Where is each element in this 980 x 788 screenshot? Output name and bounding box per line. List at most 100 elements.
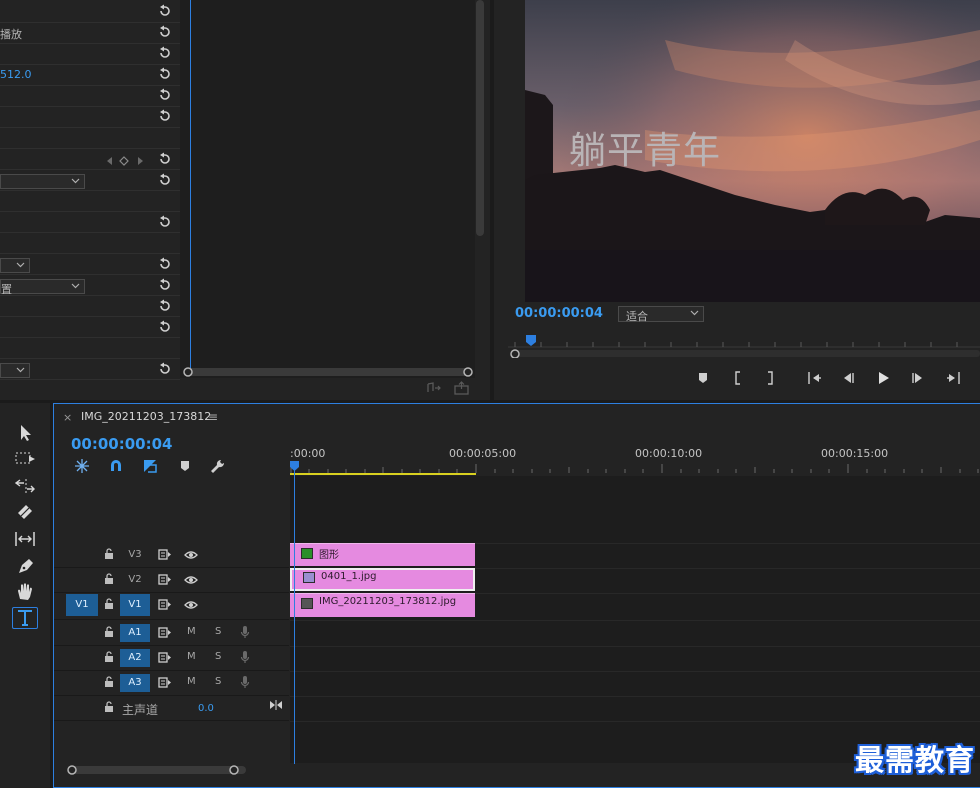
add-marker-icon[interactable] <box>175 457 195 475</box>
zoom-fit-dropdown[interactable]: 适合 <box>618 306 704 323</box>
reset-icon[interactable] <box>158 88 172 102</box>
timeline-horizontal-scrollbar[interactable] <box>60 763 260 777</box>
lock-icon[interactable] <box>104 626 114 638</box>
ripple-edit-tool-icon[interactable] <box>12 475 38 497</box>
timeline-tab-close[interactable]: × <box>63 411 72 424</box>
add-marker-button[interactable] <box>693 368 713 388</box>
reset-icon[interactable] <box>158 4 172 18</box>
microphone-icon[interactable] <box>240 650 250 664</box>
video-title-overlay[interactable]: 躺平青年 <box>569 120 721 174</box>
lock-icon[interactable] <box>104 676 114 688</box>
eye-icon[interactable] <box>184 600 198 610</box>
lock-icon[interactable] <box>104 548 114 560</box>
effect-controls-timeline[interactable] <box>180 0 475 378</box>
track-name[interactable]: A3 <box>120 674 150 692</box>
solo-button[interactable]: S <box>215 626 221 637</box>
timeline-timecode[interactable]: 00:00:00:04 <box>71 435 173 453</box>
mark-in-button[interactable] <box>728 368 748 388</box>
mute-button[interactable]: M <box>187 626 196 637</box>
sync-lock-icon[interactable] <box>158 549 172 560</box>
property-value[interactable]: 播放 <box>0 26 22 42</box>
property-dropdown[interactable]: 置 <box>0 279 85 296</box>
clip-graphic[interactable]: 图形 <box>290 543 475 566</box>
mute-button[interactable]: M <box>187 676 196 687</box>
reset-icon[interactable] <box>158 46 172 60</box>
sync-lock-icon[interactable] <box>158 677 172 688</box>
reset-icon[interactable] <box>158 257 172 271</box>
sync-lock-icon[interactable] <box>158 599 172 610</box>
property-dropdown[interactable] <box>0 363 30 378</box>
reset-icon[interactable] <box>158 278 172 292</box>
step-forward-button[interactable] <box>908 368 928 388</box>
track-name[interactable]: A1 <box>120 624 150 642</box>
hand-tool-icon[interactable] <box>12 581 38 603</box>
master-volume-value[interactable]: 0.0 <box>198 703 214 714</box>
program-timecode[interactable]: 00:00:00:04 <box>515 306 603 321</box>
track-name[interactable]: V2 <box>120 571 150 589</box>
timeline-tab-menu-icon[interactable]: ≡ <box>208 410 218 424</box>
reset-icon[interactable] <box>158 299 172 313</box>
reset-icon[interactable] <box>158 320 172 334</box>
effect-controls-playhead[interactable] <box>190 0 191 368</box>
reset-icon[interactable] <box>158 67 172 81</box>
timeline-playhead[interactable] <box>294 466 295 764</box>
track-name[interactable]: A2 <box>120 649 150 667</box>
reset-icon[interactable] <box>158 215 172 229</box>
program-playhead-handle <box>526 335 536 346</box>
timeline-tab-title[interactable]: IMG_20211203_173812 <box>81 410 211 423</box>
reset-icon[interactable] <box>158 362 172 376</box>
track-select-tool-icon[interactable] <box>12 448 38 470</box>
snap-magnet-icon[interactable] <box>106 457 126 475</box>
fx-badge-icon <box>303 572 315 583</box>
sync-lock-icon[interactable] <box>158 652 172 663</box>
keyframe-navigator[interactable] <box>104 155 146 167</box>
microphone-icon[interactable] <box>240 625 250 639</box>
sync-lock-icon[interactable] <box>158 627 172 638</box>
timeline-settings-wrench-icon[interactable] <box>208 457 228 475</box>
program-time-ruler[interactable] <box>508 330 980 358</box>
track-name[interactable]: V1 <box>120 594 150 616</box>
selection-tool-icon[interactable] <box>12 422 38 444</box>
eye-icon[interactable] <box>184 575 198 585</box>
go-to-out-button[interactable] <box>943 368 963 388</box>
go-to-edit-point-icon[interactable] <box>269 699 283 711</box>
play-button[interactable] <box>873 368 893 388</box>
program-video-frame[interactable]: 躺平青年 <box>525 0 980 302</box>
reset-icon[interactable] <box>158 173 172 187</box>
pen-tool-icon[interactable] <box>12 555 38 577</box>
go-to-in-button[interactable] <box>805 368 825 388</box>
microphone-icon[interactable] <box>240 675 250 689</box>
lock-icon[interactable] <box>104 701 114 713</box>
mute-button[interactable]: M <box>187 651 196 662</box>
timeline-playhead-handle[interactable] <box>290 461 299 471</box>
source-patch-v1[interactable]: V1 <box>66 594 98 616</box>
slip-tool-icon[interactable] <box>12 528 38 550</box>
reset-icon[interactable] <box>158 25 172 39</box>
clip-img-jpg[interactable]: IMG_20211203_173812.jpg <box>290 593 475 617</box>
linked-selection-icon[interactable] <box>140 457 160 475</box>
solo-button[interactable]: S <box>215 676 221 687</box>
reset-icon[interactable] <box>158 152 172 166</box>
sync-lock-icon[interactable] <box>158 574 172 585</box>
track-name[interactable]: V3 <box>120 546 150 564</box>
eye-icon[interactable] <box>184 550 198 560</box>
nest-sequences-icon[interactable] <box>72 457 92 475</box>
lock-icon[interactable] <box>104 573 114 585</box>
effect-controls-zoom-scrollbar[interactable] <box>180 366 476 378</box>
type-tool-button[interactable] <box>12 607 38 629</box>
work-area-bar[interactable] <box>290 473 476 475</box>
effect-controls-vertical-scrollbar[interactable] <box>476 0 484 236</box>
reset-icon[interactable] <box>158 109 172 123</box>
lock-icon[interactable] <box>104 598 114 610</box>
timeline-time-ruler[interactable]: :00:00 00:00:05:00 00:00:10:00 00:00:15:… <box>290 444 980 476</box>
clip-0401-jpg[interactable]: 0401_1.jpg <box>290 568 475 591</box>
mark-out-button[interactable] <box>760 368 780 388</box>
property-value[interactable]: 512.0 <box>0 68 32 81</box>
ruler-label: 00:00:15:00 <box>821 447 889 460</box>
property-dropdown[interactable] <box>0 174 85 189</box>
razor-tool-icon[interactable] <box>12 501 38 523</box>
property-dropdown[interactable] <box>0 258 30 273</box>
step-back-button[interactable] <box>838 368 858 388</box>
solo-button[interactable]: S <box>215 651 221 662</box>
lock-icon[interactable] <box>104 651 114 663</box>
